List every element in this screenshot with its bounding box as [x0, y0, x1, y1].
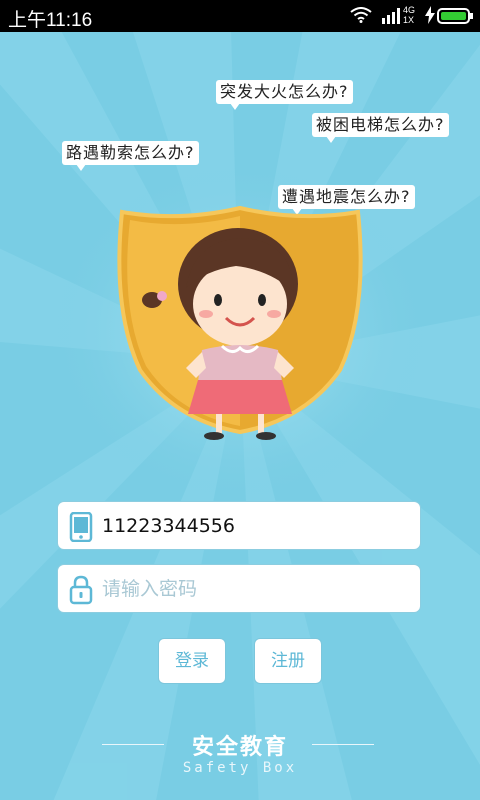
network-type: 4G 1X — [403, 5, 415, 25]
password-field[interactable] — [57, 564, 421, 613]
network-type-bottom: 1X — [403, 15, 415, 25]
signal-icon — [382, 8, 400, 24]
phone-icon — [69, 512, 93, 542]
phone-input[interactable] — [102, 502, 412, 549]
question-bubble-extortion: 路遇勒索怎么办? — [62, 141, 199, 171]
brand-title: 安全教育 — [191, 735, 288, 760]
status-bar: 上午11:16 4G 1X — [0, 0, 480, 32]
question-bubble-elevator: 被困电梯怎么办? — [312, 113, 449, 143]
battery-icon — [437, 8, 473, 24]
status-time: 上午11:16 — [8, 10, 93, 31]
shield-girl-illustration — [117, 205, 363, 440]
question-bubble-fire: 突发大火怎么办? — [216, 80, 353, 110]
lock-icon — [69, 575, 93, 605]
network-type-top: 4G — [403, 5, 416, 15]
phone-field[interactable] — [57, 501, 421, 550]
wifi-icon — [350, 7, 372, 23]
brand-divider-left — [102, 744, 164, 745]
password-input[interactable] — [102, 565, 412, 612]
brand-subtitle: Safety Box — [182, 760, 298, 776]
login-button[interactable]: 登录 — [158, 638, 226, 684]
register-button[interactable]: 注册 — [254, 638, 322, 684]
brand-divider-right — [312, 744, 374, 745]
charging-icon — [425, 6, 435, 24]
